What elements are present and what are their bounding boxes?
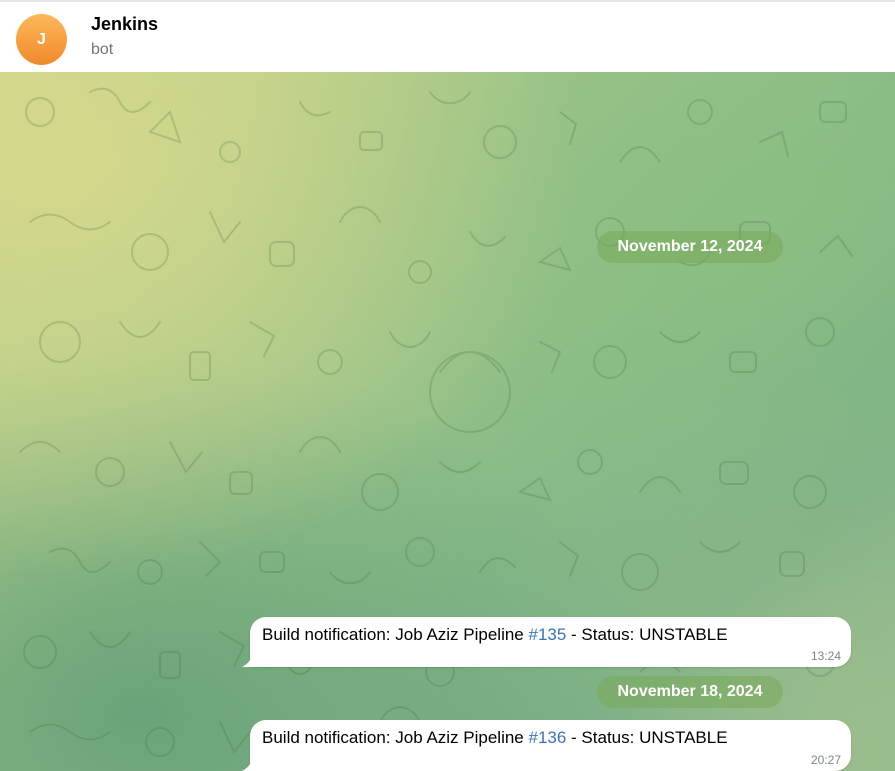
chat-subtitle: bot (91, 41, 114, 58)
date-separator-label: November 12, 2024 (617, 238, 763, 255)
build-number-link[interactable]: #136 (529, 728, 567, 747)
chat-title[interactable]: Jenkins (91, 14, 158, 35)
message-text: Build notification: Job Aziz Pipeline #1… (262, 624, 839, 646)
message-bubble[interactable]: Build notification: Job Aziz Pipeline #1… (242, 720, 851, 771)
message-text-status: - Status: UNSTABLE (566, 625, 728, 644)
bubble-tail (242, 757, 254, 771)
date-separator: November 12, 2024 (597, 231, 783, 263)
date-separator-label: November 18, 2024 (617, 683, 763, 700)
message-list[interactable]: November 12, 2024 Build notification: Jo… (0, 72, 895, 771)
message-time: 20:27 (810, 753, 841, 767)
telegram-chat-window: J Jenkins bot November 12, 2024 Build no… (0, 0, 895, 771)
message-bubble[interactable]: Build notification: Job Aziz Pipeline #1… (242, 617, 851, 667)
message-text-status: - Status: UNSTABLE (566, 728, 728, 747)
avatar-letter: J (37, 30, 46, 48)
message-text: Build notification: Job Aziz Pipeline #1… (262, 727, 839, 749)
message-time: 13:24 (810, 649, 841, 663)
chat-header[interactable]: J Jenkins bot (0, 0, 895, 72)
bubble-tail (242, 653, 254, 667)
date-separator: November 18, 2024 (597, 676, 783, 708)
message-text-prefix: Build notification: Job Aziz Pipeline (262, 625, 529, 644)
bot-avatar[interactable]: J (16, 14, 67, 65)
message-text-prefix: Build notification: Job Aziz Pipeline (262, 728, 529, 747)
build-number-link[interactable]: #135 (529, 625, 567, 644)
